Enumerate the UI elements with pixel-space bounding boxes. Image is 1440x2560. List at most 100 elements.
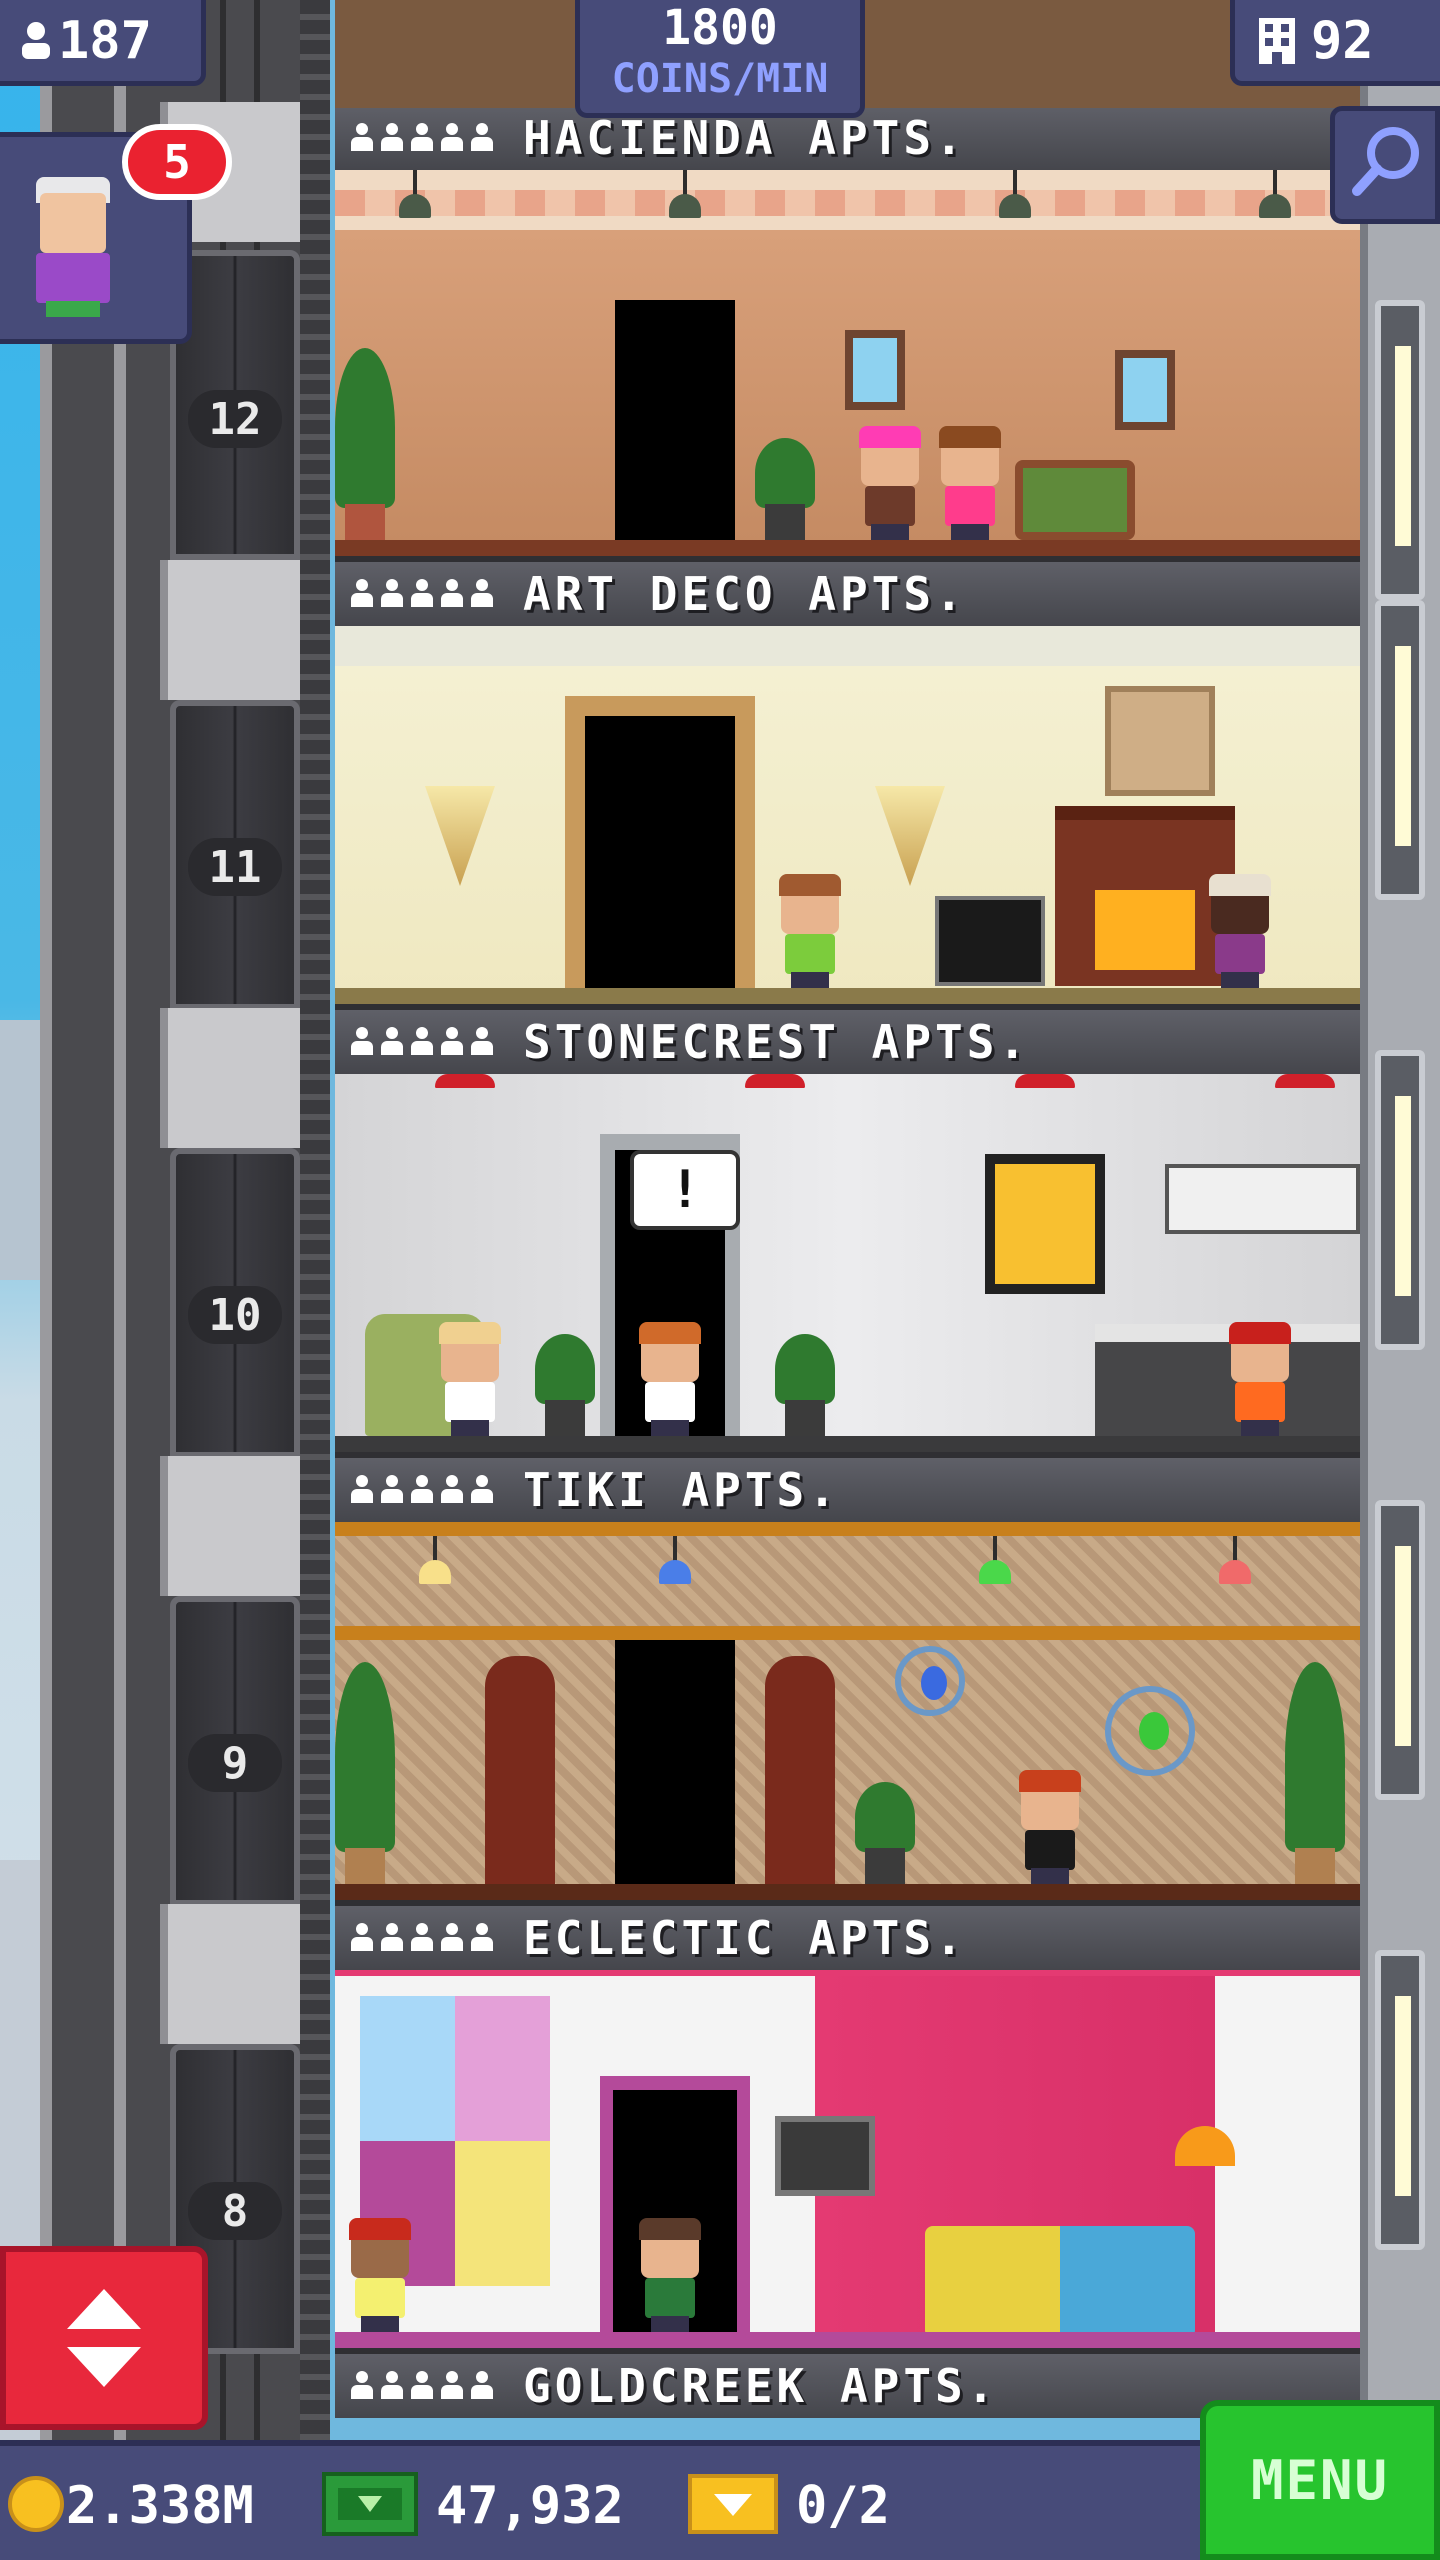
bux-amount: 47,932 [436,2476,624,2536]
elevator-landing [160,1904,310,2044]
floor-number-label: 10 [188,1286,282,1344]
room-interior[interactable] [335,1970,1360,2348]
floor-name: GOLDCREEK APTS. [523,2359,999,2413]
ceiling-lamp-icon [435,1074,495,1134]
tiki-statue [485,1656,555,1896]
resident-slots [351,2371,493,2401]
floor-label-bar: ART DECO APTS. [335,556,1360,626]
search-button[interactable] [1330,106,1440,224]
floor-number-label: 9 [188,1734,282,1792]
floor-number-label: 8 [188,2182,282,2240]
sky-background [0,0,40,2560]
room-door [585,716,735,988]
window-light [1395,1546,1411,1746]
shaft-rail [40,0,52,2440]
coins-per-min-unit: COINS/MIN [611,56,829,102]
lantern-icon [395,170,435,230]
floor-label-bar: TIKI APTS. [335,1452,1360,1522]
room-door [615,1640,735,1884]
floor-strip [335,988,1360,1004]
notification-badge: 5 [122,124,232,200]
resident-person[interactable] [855,426,925,540]
visitor-avatar [30,177,116,327]
resident-slot-icon [441,1475,463,1505]
menu-button[interactable]: MENU [1200,2400,1440,2560]
sofa [925,2226,1195,2338]
room-interior[interactable] [335,170,1360,556]
floor-strip [335,540,1360,556]
window-light [1395,1996,1411,2196]
plant-icon [335,340,395,540]
resident-person[interactable] [775,874,845,988]
resident-slot-icon [441,579,463,609]
sofa [1015,460,1135,540]
resident-icon [22,21,50,59]
floor-strip [335,1884,1360,1900]
resident-person[interactable] [1225,1322,1295,1436]
elevator-button[interactable] [0,2246,208,2430]
shaft-ladder [300,0,330,2440]
resident-person[interactable] [635,1322,705,1436]
room-door [615,300,735,540]
window [1115,350,1175,430]
room-interior[interactable] [335,626,1360,1004]
floor-strip [335,2332,1360,2348]
hanging-lamp-icon [975,1536,1015,1596]
shaft-rail [114,0,126,2440]
resident-slots [351,1027,493,1057]
resident-person[interactable] [635,2218,705,2332]
resident-slots [351,1923,493,1953]
elevator-shaft: 12 11 10 9 8 [40,0,310,2440]
resident-slot-icon [381,579,403,609]
search-icon [1352,127,1419,196]
floor-hacienda[interactable]: HACIENDA APTS. [335,100,1360,556]
coin-icon [8,2476,64,2532]
floor-stonecrest[interactable]: STONECREST APTS. ! [335,1004,1360,1452]
exterior-window [1375,1050,1425,1350]
lantern-icon [995,170,1035,230]
resident-person[interactable] [1205,874,1275,988]
kitchen-cabinet [1165,1164,1360,1234]
resident-slot-icon [381,1027,403,1057]
resident-slot-icon [351,1923,373,1953]
resident-person[interactable] [345,2218,415,2332]
floor-art-deco[interactable]: ART DECO APTS. [335,556,1360,1004]
resident-slot-icon [441,1923,463,1953]
resident-person[interactable] [1015,1770,1085,1884]
wall-sconce [425,786,495,886]
floors-counter[interactable]: 92 [1230,0,1440,86]
resident-slot-icon [381,123,403,153]
resident-person[interactable] [435,1322,505,1436]
exclamation-bubble-icon[interactable]: ! [630,1150,740,1230]
window-light [1395,646,1411,846]
room-interior[interactable]: ! [335,1074,1360,1452]
tv [775,2116,875,2196]
ceiling-lamp-icon [1275,1074,1335,1134]
window [845,330,905,410]
residents-counter[interactable]: 187 [0,0,206,86]
wall-trim [335,190,1360,216]
resident-slot-icon [471,2371,493,2401]
building-icon [1259,17,1295,64]
window-light [1395,346,1411,546]
resident-slot-icon [411,123,433,153]
resident-slot-icon [351,2371,373,2401]
floors-count: 92 [1311,10,1374,71]
room-interior[interactable] [335,1522,1360,1900]
resident-slot-icon [471,123,493,153]
elevator-landing [160,1008,310,1148]
floor-strip [335,1436,1360,1452]
floor-tiki[interactable]: TIKI APTS. [335,1452,1360,1900]
tickets-count: 0/2 [796,2476,890,2536]
resident-slot-icon [411,2371,433,2401]
floor-label-bar: ECLECTIC APTS. [335,1900,1360,1970]
hanging-lamp-icon [1215,1536,1255,1596]
resident-slot-icon [381,1475,403,1505]
resident-person[interactable] [935,426,1005,540]
resident-slot-icon [351,1027,373,1057]
resident-slot-icon [381,1923,403,1953]
wall-painting [1105,686,1215,796]
floor-eclectic[interactable]: ECLECTIC APTS. [335,1900,1360,2348]
resident-slots [351,123,493,153]
floor-number-label: 11 [188,838,282,896]
